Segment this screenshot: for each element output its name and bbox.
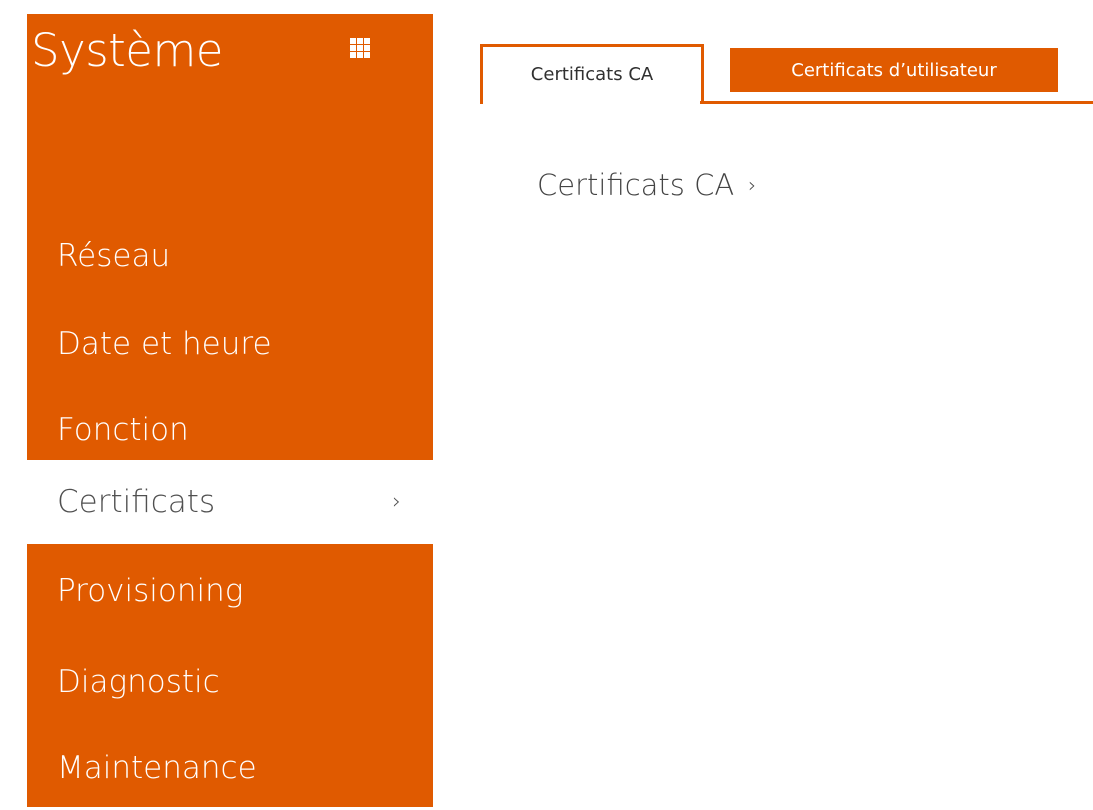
section-heading-certificats-ca[interactable]: Certificats CA › [537,168,756,202]
sidebar-item-label: Maintenance [57,750,257,786]
sidebar-item-certificats[interactable]: Certificats › [27,460,433,544]
grid-icon[interactable] [350,38,370,58]
tab-certificats-ca[interactable]: Certificats CA [480,44,704,101]
sidebar-item-maintenance[interactable]: Maintenance [27,726,433,810]
tab-bar: Certificats CA Certificats d’utilisateur [470,44,1093,104]
sidebar: Système Réseau Date et heure Fonction Ce… [27,14,433,807]
sidebar-item-label: Réseau [57,238,171,274]
section-title: Certificats CA [537,168,735,202]
tab-certificats-utilisateur[interactable]: Certificats d’utilisateur [730,48,1058,92]
tab-bar-left-edge [480,101,483,104]
sidebar-title: Système [31,24,224,77]
sidebar-item-label: Date et heure [57,326,272,362]
chevron-right-icon: › [392,489,401,515]
sidebar-item-label: Fonction [57,412,189,448]
sidebar-item-label: Provisioning [57,573,244,609]
chevron-right-icon: › [748,173,757,197]
sidebar-item-diagnostic[interactable]: Diagnostic [27,640,433,724]
sidebar-item-provisioning[interactable]: Provisioning [27,549,433,633]
sidebar-item-label: Diagnostic [57,664,220,700]
sidebar-item-date-et-heure[interactable]: Date et heure [27,302,433,386]
tab-bar-underline [700,101,1093,104]
sidebar-item-reseau[interactable]: Réseau [27,214,433,298]
sidebar-item-label: Certificats [57,484,216,520]
